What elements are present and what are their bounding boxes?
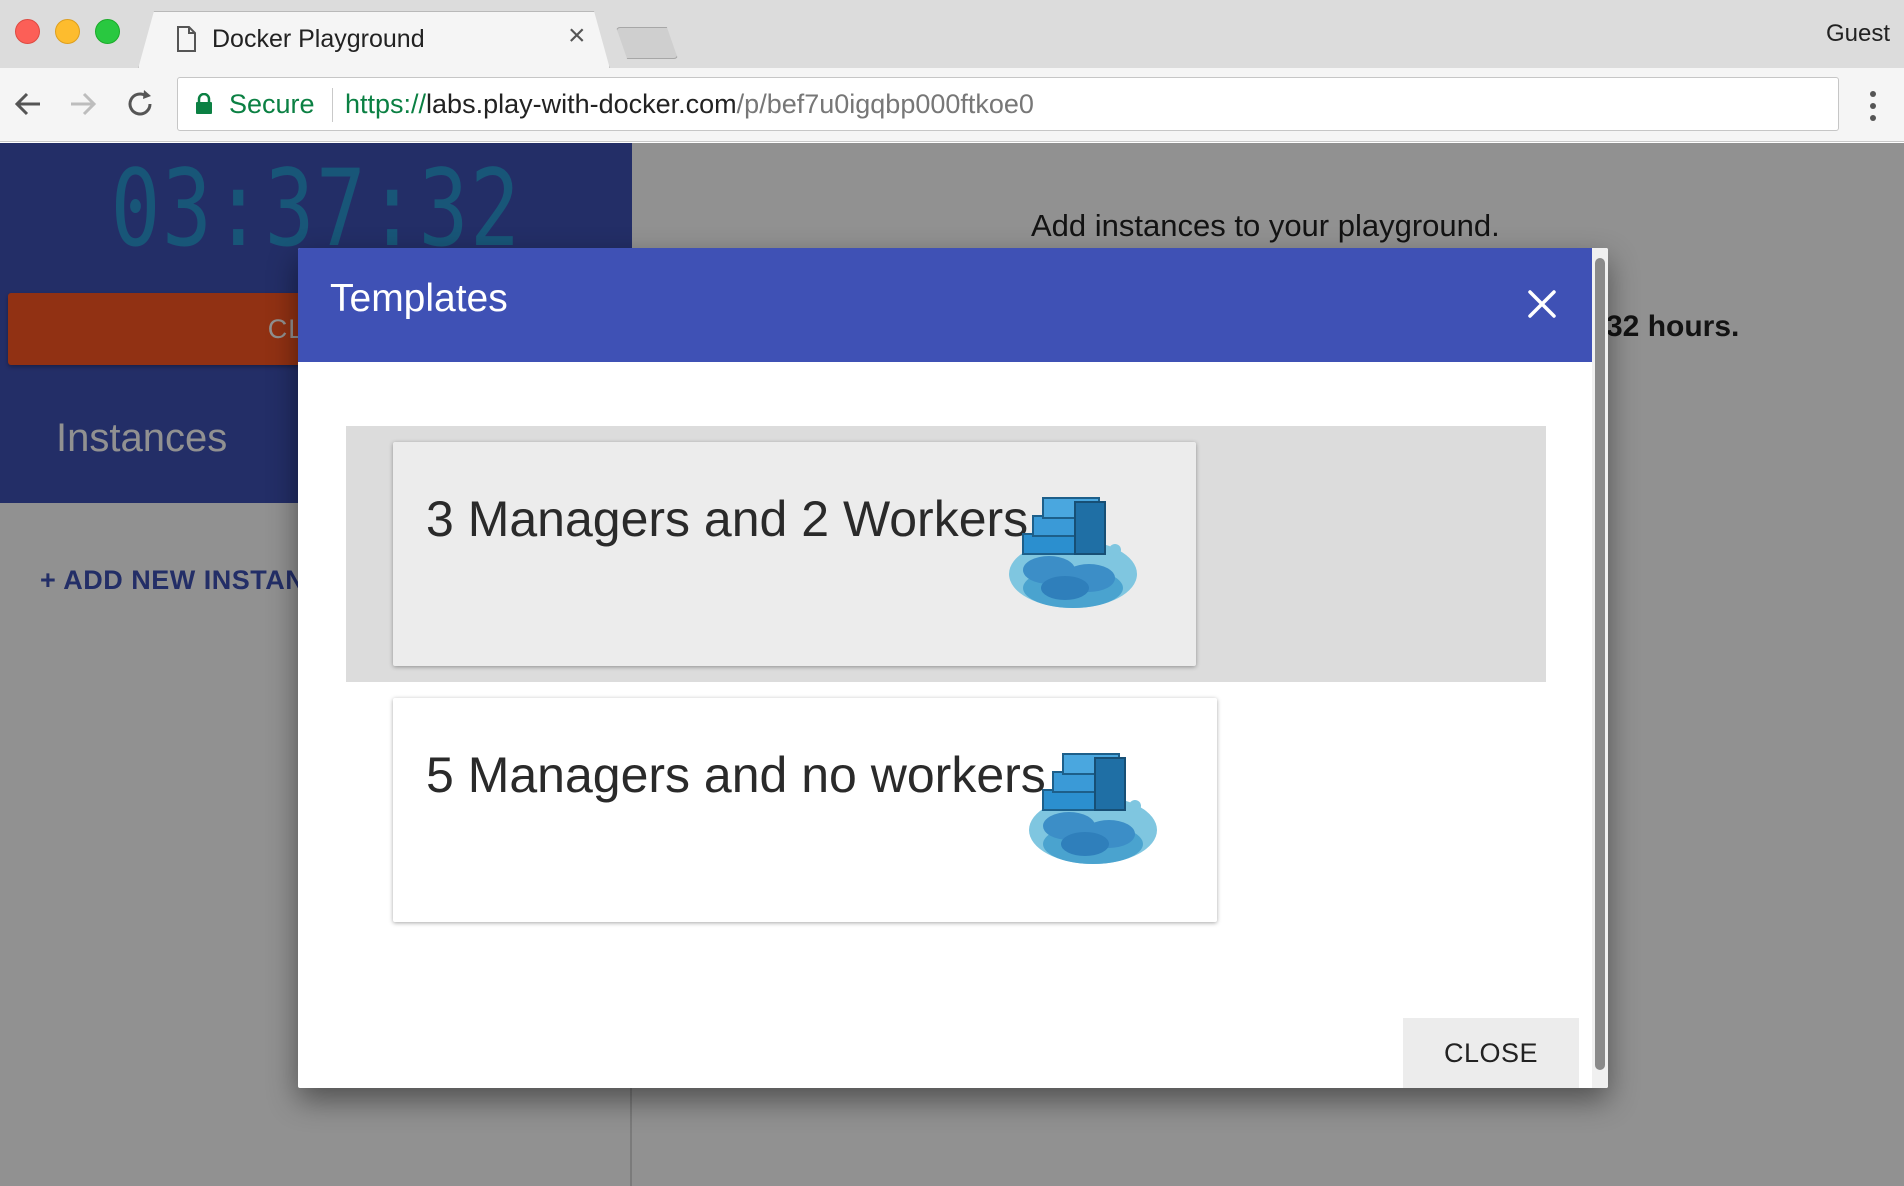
scrollbar-thumb[interactable] [1595,258,1605,1070]
docker-swarm-whale-icon [1009,497,1137,608]
window-zoom-button[interactable] [95,19,120,44]
dialog-title: Templates [330,277,508,320]
window-minimize-button[interactable] [55,19,80,44]
url-host: labs.play-with-docker.com [426,89,737,119]
browser-toolbar: Secure https://labs.play-with-docker.com… [0,68,1904,142]
dialog-header: Templates [298,248,1592,362]
address-bar[interactable]: Secure https://labs.play-with-docker.com… [177,77,1839,131]
address-separator [332,88,333,122]
window-close-button[interactable] [15,19,40,44]
url-text[interactable]: https://labs.play-with-docker.com/p/bef7… [345,89,1034,120]
template-label: 5 Managers and no workers [426,747,1046,803]
close-icon[interactable] [1520,282,1564,326]
url-path: /p/bef7u0igqbp000ftkoe0 [736,89,1034,119]
secure-label: Secure [229,89,315,119]
new-tab-button[interactable] [616,27,678,59]
back-arrow-icon[interactable] [10,86,46,122]
docker-swarm-whale-icon [1029,753,1157,864]
reload-icon[interactable] [122,86,158,122]
templates-dialog: Templates 3 Managers and 2 Workers 5 Man… [298,248,1608,1088]
tab-title: Docker Playground [212,25,425,53]
dialog-scrollbar[interactable] [1592,248,1608,1088]
dialog-close-button[interactable]: CLOSE [1403,1018,1579,1088]
tab-close-icon[interactable]: × [568,21,586,51]
template-3-managers-2-workers[interactable]: 3 Managers and 2 Workers [393,442,1196,666]
browser-tab-bar: Docker Playground × Guest [0,0,1904,68]
profile-button[interactable]: Guest [1826,20,1890,48]
more-menu-icon[interactable] [1866,88,1880,124]
forward-arrow-icon[interactable] [65,86,101,122]
template-label: 3 Managers and 2 Workers [426,491,1029,547]
document-icon [177,26,196,52]
template-5-managers-no-workers[interactable]: 5 Managers and no workers [393,698,1217,922]
lock-icon [196,93,212,114]
url-protocol: https:// [345,89,427,119]
